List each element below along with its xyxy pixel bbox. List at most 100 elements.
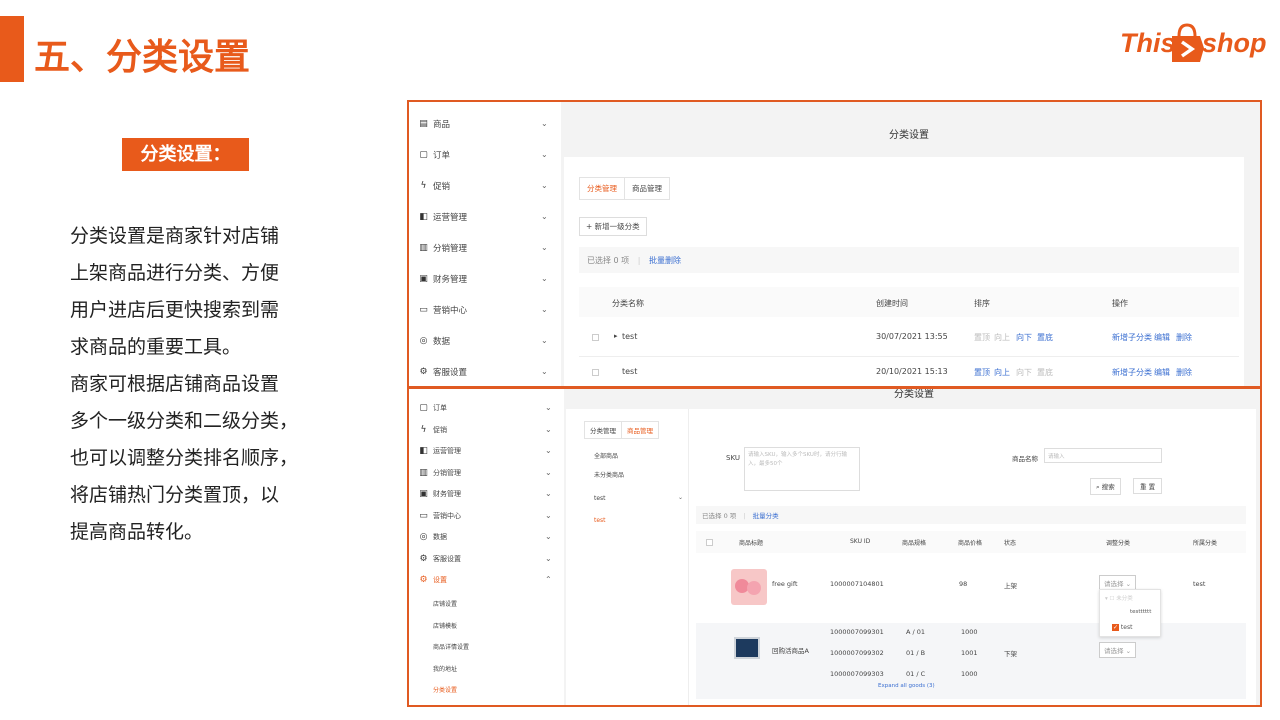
sidebar-item-6[interactable]: ▭ 营销中心: [419, 304, 467, 316]
sidebar-item-4[interactable]: ▣ 财务管理: [419, 489, 461, 499]
chevron-down-icon[interactable]: ⌄: [541, 212, 548, 221]
tab-category-management[interactable]: 分类管理: [584, 421, 622, 439]
row-checkbox[interactable]: [592, 369, 599, 376]
product-title[interactable]: free gift: [772, 580, 798, 588]
chevron-down-icon[interactable]: ⌄: [545, 468, 552, 477]
submenu-item[interactable]: 店铺模板: [433, 621, 457, 630]
chevron-down-icon[interactable]: ⌄: [541, 150, 548, 159]
chevron-down-icon: ⌄: [1125, 580, 1132, 588]
product-icon: ▤: [419, 119, 428, 129]
category-name: test: [622, 367, 638, 376]
sidebar-item-7[interactable]: ⚙ 客服设置: [419, 554, 461, 564]
dropdown-option[interactable]: testttttt: [1130, 609, 1151, 615]
tab-product-management[interactable]: 商品管理: [624, 177, 670, 200]
product-name-input[interactable]: 请输入: [1044, 448, 1162, 463]
batch-delete-link[interactable]: 批量删除: [649, 256, 681, 265]
sidebar-item-7[interactable]: ◎ 数据: [419, 335, 450, 347]
chevron-down-icon[interactable]: ⌄: [545, 425, 552, 434]
finance-icon: ▣: [419, 489, 428, 499]
chevron-up-icon[interactable]: ⌃: [545, 575, 552, 584]
page-header-title: 分类设置: [894, 389, 934, 400]
chevron-down-icon[interactable]: ⌄: [545, 446, 552, 455]
category-list-item[interactable]: 未分类商品: [594, 470, 624, 479]
chevron-down-icon[interactable]: ⌄: [541, 367, 548, 376]
chevron-down-icon[interactable]: ⌄: [545, 554, 552, 563]
sidebar-item-2[interactable]: ◧ 运营管理: [419, 446, 461, 456]
sidebar-item-6[interactable]: ◎ 数据: [419, 532, 447, 542]
row-checkbox[interactable]: [592, 334, 599, 341]
sidebar-item-label: 财务管理: [433, 275, 468, 285]
sidebar-item-0[interactable]: ▢ 订单: [419, 403, 447, 413]
submenu-item[interactable]: 分类设置: [433, 685, 457, 694]
row-action[interactable]: 编辑: [1154, 332, 1170, 343]
row-action[interactable]: 编辑: [1154, 367, 1170, 378]
chevron-down-icon[interactable]: ⌄: [541, 274, 548, 283]
dropdown-option-uncategorized[interactable]: ▾ ☐ 未分类: [1105, 594, 1133, 602]
add-category-button[interactable]: + 新增一级分类: [579, 217, 647, 236]
category-list-item[interactable]: 全部商品: [594, 451, 618, 460]
description-line: 上架商品进行分类、方便: [70, 262, 280, 284]
chevron-down-icon[interactable]: ⌄: [545, 403, 552, 412]
sku-textarea[interactable]: 请输入SKU，输入多个SKU时，请分行输入，最多50个: [744, 447, 860, 491]
chevron-down-icon[interactable]: ⌄: [541, 119, 548, 128]
sort-action[interactable]: 置底: [1037, 332, 1053, 343]
row-action[interactable]: 新增子分类: [1112, 367, 1152, 378]
sidebar-item-2[interactable]: ϟ 促销: [419, 180, 450, 192]
submenu-item[interactable]: 商品详情设置: [433, 642, 469, 651]
tab-product-management[interactable]: 商品管理: [621, 421, 659, 439]
chevron-down-icon[interactable]: ⌄: [545, 511, 552, 520]
marketing-icon: ▭: [419, 510, 428, 521]
select-all-checkbox[interactable]: [706, 539, 713, 546]
order-icon: ▢: [419, 150, 428, 160]
category-name: test: [622, 332, 638, 341]
variant-sku: 1000007099301: [830, 628, 884, 636]
sort-action[interactable]: 向上: [994, 367, 1010, 378]
category-list-item[interactable]: test: [594, 495, 606, 502]
chevron-down-icon[interactable]: ⌄: [541, 243, 548, 252]
variant-sku: 1000007099302: [830, 649, 884, 657]
created-time: 20/10/2021 15:13: [876, 367, 948, 376]
description-text: 分类设置是商家针对店铺 上架商品进行分类、方便 用户进店后更快搜索到需 求商品的重要工…: [70, 218, 328, 551]
chevron-down-icon[interactable]: ⌄: [545, 532, 552, 541]
sidebar-item-4[interactable]: ▥ 分销管理: [419, 242, 467, 254]
sidebar-item-3[interactable]: ▥ 分销管理: [419, 468, 461, 478]
product-title[interactable]: 回购活商品A: [772, 645, 809, 655]
chevron-down-icon[interactable]: ⌄: [541, 336, 548, 345]
expand-caret-icon[interactable]: ▸: [614, 332, 618, 340]
category-select[interactable]: 请选择 ⌄: [1099, 642, 1137, 658]
promo-icon: ϟ: [420, 424, 427, 435]
sort-action[interactable]: 置顶: [974, 367, 990, 378]
submenu-item[interactable]: 我的地址: [433, 664, 457, 673]
submenu-item[interactable]: 店铺设置: [433, 599, 457, 608]
dropdown-option-selected[interactable]: ✓ test: [1112, 624, 1132, 631]
sidebar-item-0[interactable]: ▤ 商品: [419, 118, 450, 130]
sidebar-item-8[interactable]: ⚙ 客服设置: [419, 366, 467, 378]
search-button[interactable]: ⌕ 搜索: [1090, 478, 1121, 495]
chevron-down-icon[interactable]: ⌄: [541, 305, 548, 314]
sidebar-item-5[interactable]: ▣ 财务管理: [419, 273, 467, 285]
row-action[interactable]: 新增子分类: [1112, 332, 1152, 343]
sidebar-item-1[interactable]: ϟ 促销: [419, 425, 447, 435]
selection-count: 已选择 0 项: [702, 512, 737, 520]
tab-category-management[interactable]: 分类管理: [579, 177, 625, 200]
batch-category-link[interactable]: 批量分类: [753, 512, 779, 520]
sort-action[interactable]: 向下: [1016, 332, 1032, 343]
row-action[interactable]: 删除: [1176, 332, 1192, 343]
sidebar-item-label: 营销中心: [433, 511, 461, 520]
column-header: 分类名称: [612, 299, 644, 308]
sidebar-item-3[interactable]: ◧ 运营管理: [419, 211, 467, 223]
row-action[interactable]: 删除: [1176, 367, 1192, 378]
logo-text-right: shop: [1202, 28, 1267, 58]
settings-icon: ⚙: [419, 575, 428, 585]
reset-button[interactable]: 重 置: [1133, 478, 1163, 494]
expand-goods-link[interactable]: Expand all goods (3): [878, 683, 935, 689]
chevron-down-icon[interactable]: ⌄: [541, 181, 548, 190]
admin-sidebar: ▤ 商品 ⌄ ▢ 订单 ⌄ ϟ 促销 ⌄ ◧ 运营管理 ⌄ ▥ 分销管理 ⌄ ▣ 财务管理 ⌄ ▭ 营销中心 ⌄ ◎ 数据 ⌄…: [409, 102, 561, 386]
chevron-down-icon[interactable]: ⌄: [678, 494, 683, 501]
sidebar-item-8[interactable]: ⚙ 设置: [419, 575, 447, 585]
sidebar-item-1[interactable]: ▢ 订单: [419, 149, 450, 161]
sidebar-item-5[interactable]: ▭ 营销中心: [419, 511, 461, 521]
category-list-item[interactable]: test: [594, 517, 606, 524]
chevron-down-icon[interactable]: ⌄: [545, 489, 552, 498]
tab-bar: 分类管理 商品管理: [579, 177, 670, 200]
